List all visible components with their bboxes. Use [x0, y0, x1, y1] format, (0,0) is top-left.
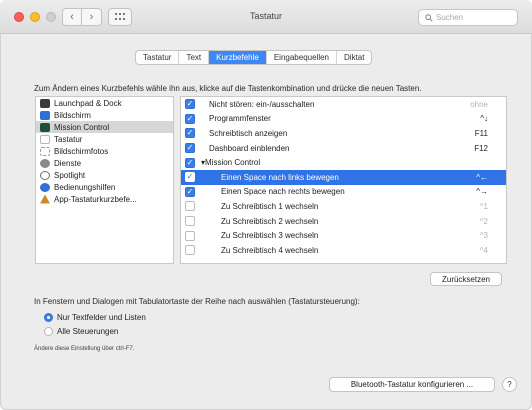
- display-icon: [40, 110, 50, 120]
- launchpad-icon: [40, 98, 50, 108]
- shortcut-label: Zu Schreibtisch 4 wechseln: [221, 245, 319, 255]
- shortcut-checkbox[interactable]: [185, 230, 195, 241]
- shortcut-row[interactable]: ✓ Nicht stören: ein-/ausschalten ohne: [181, 97, 506, 112]
- category-label: Bildschirm: [54, 110, 91, 120]
- tab-diktat[interactable]: Diktat: [337, 51, 371, 64]
- category-item-bedienungshilfen[interactable]: Bedienungshilfen: [36, 181, 173, 193]
- instruction-text: Zum Ändern eines Kurzbefehls wähle ihn a…: [34, 84, 422, 93]
- shortcut-row[interactable]: Zu Schreibtisch 2 wechseln ^2: [181, 214, 506, 229]
- app-shortcuts-icon: [40, 194, 50, 204]
- search-field[interactable]: [418, 9, 518, 26]
- configure-bluetooth-keyboard-button[interactable]: Bluetooth-Tastatur konfigurieren ...: [329, 377, 495, 392]
- keyboard-navigation-hint: Ändere diese Einstellung über ctrl-F7.: [34, 346, 135, 352]
- category-item-mission-control[interactable]: Mission Control: [36, 121, 173, 133]
- shortcut-group-row[interactable]: ✓ ▾ Mission Control: [181, 155, 506, 170]
- category-item-bildschirmfotos[interactable]: Bildschirmfotos: [36, 145, 173, 157]
- screenshot-icon: [40, 146, 50, 156]
- shortcut-label: Schreibtisch anzeigen: [209, 128, 288, 138]
- shortcut-key[interactable]: ^→: [476, 187, 488, 196]
- tab-text[interactable]: Text: [179, 51, 210, 64]
- shortcut-row[interactable]: ✓ Programmfenster ^↓: [181, 112, 506, 127]
- category-list: Launchpad & Dock Bildschirm Mission Cont…: [35, 96, 174, 264]
- category-item-spotlight[interactable]: Spotlight: [36, 169, 173, 181]
- shortcut-checkbox[interactable]: ✓: [185, 113, 195, 124]
- shortcut-label: Zu Schreibtisch 2 wechseln: [221, 216, 319, 226]
- search-input[interactable]: [436, 13, 516, 22]
- shortcut-key[interactable]: ohne: [470, 100, 488, 109]
- keyboard-icon: [40, 134, 50, 144]
- shortcut-checkbox[interactable]: ✓: [185, 128, 195, 139]
- gear-icon: [40, 158, 50, 168]
- shortcut-row[interactable]: Zu Schreibtisch 3 wechseln ^3: [181, 228, 506, 243]
- shortcut-key[interactable]: ^↓: [480, 114, 488, 123]
- shortcut-checkbox[interactable]: ✓: [185, 99, 195, 110]
- shortcut-key[interactable]: ^4: [480, 246, 488, 255]
- shortcut-row[interactable]: ✓ Schreibtisch anzeigen F11: [181, 126, 506, 141]
- radio-button[interactable]: [44, 327, 53, 336]
- category-label: App-Tastaturkurzbefe...: [54, 194, 137, 204]
- keyboard-preferences-window: ‹ › Tastatur Tastatur Text Kurzbefehle E…: [0, 0, 532, 410]
- shortcut-checkbox[interactable]: ✓: [185, 186, 195, 197]
- shortcut-key[interactable]: ^2: [480, 217, 488, 226]
- radio-button-selected[interactable]: [44, 313, 53, 322]
- shortcut-label: Zu Schreibtisch 1 wechseln: [221, 201, 319, 211]
- shortcut-label: Programmfenster: [209, 114, 271, 124]
- shortcut-key[interactable]: ^3: [480, 231, 488, 240]
- radio-label: Alle Steuerungen: [57, 327, 119, 336]
- category-label: Spotlight: [54, 170, 86, 180]
- shortcut-label: Nicht stören: ein-/ausschalten: [209, 99, 315, 109]
- shortcut-checkbox[interactable]: ✓: [185, 157, 195, 168]
- shortcut-row-selected[interactable]: ✓ Einen Space nach links bewegen ^←: [181, 169, 506, 185]
- radio-label: Nur Textfelder und Listen: [57, 313, 146, 322]
- shortcut-row[interactable]: ✓ Dashboard einblenden F12: [181, 141, 506, 156]
- radio-all-controls[interactable]: Alle Steuerungen: [44, 327, 118, 336]
- tab-eingabequellen[interactable]: Eingabequellen: [267, 51, 338, 64]
- tab-kurzbefehle[interactable]: Kurzbefehle: [209, 51, 267, 64]
- shortcut-checkbox[interactable]: [185, 245, 195, 256]
- shortcut-label: Zu Schreibtisch 3 wechseln: [221, 231, 319, 241]
- keyboard-navigation-label: In Fenstern und Dialogen mit Tabulatorta…: [34, 297, 360, 306]
- tab-bar: Tastatur Text Kurzbefehle Eingabequellen…: [135, 50, 373, 65]
- category-item-tastatur[interactable]: Tastatur: [36, 133, 173, 145]
- category-label: Tastatur: [54, 134, 83, 144]
- accessibility-icon: [40, 182, 50, 192]
- category-label: Mission Control: [54, 122, 110, 132]
- category-label: Bildschirmfotos: [54, 146, 109, 156]
- shortcut-row[interactable]: ✓ Einen Space nach rechts bewegen ^→: [181, 185, 506, 200]
- search-icon: [425, 13, 433, 22]
- category-item-app-shortcuts[interactable]: App-Tastaturkurzbefe...: [36, 193, 173, 205]
- tab-tastatur[interactable]: Tastatur: [136, 51, 180, 64]
- shortcut-list: ✓ Nicht stören: ein-/ausschalten ohne ✓ Pro…: [180, 96, 507, 264]
- category-item-bildschirm[interactable]: Bildschirm: [36, 109, 173, 121]
- shortcut-group-label: Mission Control: [205, 158, 261, 168]
- shortcut-row[interactable]: Zu Schreibtisch 1 wechseln ^1: [181, 199, 506, 214]
- radio-text-fields-lists[interactable]: Nur Textfelder und Listen: [44, 313, 146, 322]
- spotlight-icon: [40, 170, 50, 180]
- category-label: Dienste: [54, 158, 82, 168]
- help-button[interactable]: ?: [502, 377, 517, 392]
- shortcut-key[interactable]: ^1: [480, 202, 488, 211]
- category-item-launchpad-dock[interactable]: Launchpad & Dock: [36, 97, 173, 109]
- shortcut-checkbox[interactable]: ✓: [185, 172, 195, 183]
- reset-button[interactable]: Zurücksetzen: [430, 272, 502, 286]
- shortcut-key[interactable]: ^←: [476, 173, 488, 182]
- mission-control-icon: [40, 122, 50, 132]
- category-label: Bedienungshilfen: [54, 182, 116, 192]
- title-bar: ‹ › Tastatur: [0, 0, 532, 34]
- shortcut-label: Einen Space nach rechts bewegen: [221, 187, 345, 197]
- category-label: Launchpad & Dock: [54, 98, 122, 108]
- shortcut-row[interactable]: Zu Schreibtisch 4 wechseln ^4: [181, 243, 506, 258]
- shortcut-label: Dashboard einblenden: [209, 143, 290, 153]
- shortcut-label: Einen Space nach links bewegen: [221, 172, 339, 182]
- shortcut-checkbox[interactable]: ✓: [185, 143, 195, 154]
- category-item-dienste[interactable]: Dienste: [36, 157, 173, 169]
- shortcut-checkbox[interactable]: [185, 201, 195, 212]
- shortcut-checkbox[interactable]: [185, 216, 195, 227]
- shortcut-key[interactable]: F11: [475, 129, 488, 138]
- shortcut-key[interactable]: F12: [474, 144, 488, 153]
